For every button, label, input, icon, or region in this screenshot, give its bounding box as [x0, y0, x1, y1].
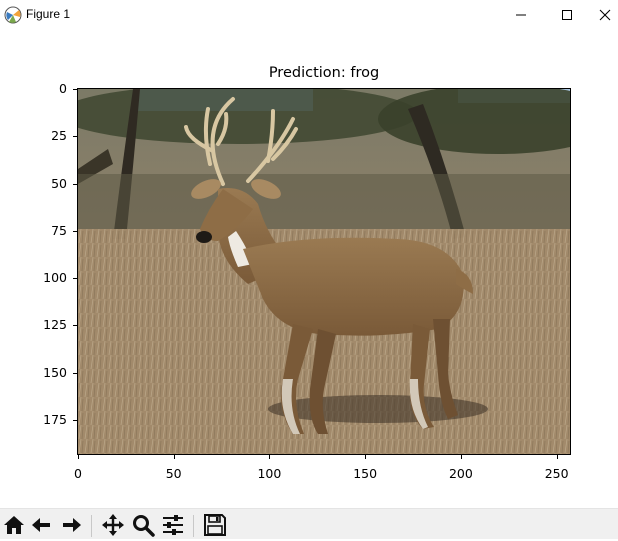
y-tick-mark	[73, 230, 77, 232]
y-tick-label: 175	[43, 412, 67, 427]
minimize-button[interactable]	[498, 0, 544, 30]
close-button[interactable]	[590, 0, 618, 30]
zoom-button[interactable]	[131, 513, 157, 539]
y-tick-label: 75	[51, 222, 67, 238]
x-tick-mark	[556, 455, 558, 459]
plot-title: Prediction: frog	[268, 65, 380, 81]
toolbar-separator	[91, 515, 92, 537]
forward-icon	[63, 518, 81, 532]
image-axes[interactable]	[77, 88, 571, 455]
maximize-icon	[562, 10, 572, 20]
toolbar-separator	[193, 515, 194, 537]
window-title: Figure 1	[26, 7, 71, 21]
x-tick-label: 50	[165, 466, 182, 481]
matplotlib-icon	[4, 6, 22, 24]
forward-button[interactable]	[59, 513, 85, 539]
y-tick-mark	[73, 88, 77, 90]
x-tick-mark	[365, 455, 367, 459]
x-tick-label: 100	[257, 466, 282, 481]
navigation-toolbar	[0, 508, 618, 539]
y-tick-label: 150	[43, 364, 67, 380]
pan-button[interactable]	[101, 513, 127, 539]
configure-subplots-icon	[163, 515, 183, 535]
y-tick-mark	[73, 420, 77, 421]
configure-subplots-button[interactable]	[161, 513, 187, 539]
save-icon	[204, 514, 226, 536]
y-tick-label: 25	[51, 128, 67, 144]
home-button[interactable]	[2, 513, 28, 539]
x-tick-mark	[173, 455, 175, 459]
y-tick-mark	[73, 278, 77, 280]
zoom-icon	[133, 515, 155, 537]
x-tick-label: 250	[544, 466, 569, 481]
back-icon	[32, 518, 50, 532]
pan-icon	[102, 514, 124, 536]
home-icon	[4, 516, 24, 534]
y-tick-label: 50	[51, 175, 67, 191]
y-tick-mark	[73, 183, 77, 185]
x-tick-mark	[460, 455, 462, 459]
x-tick-label: 150	[353, 466, 378, 481]
close-icon	[599, 9, 611, 21]
figure-canvas[interactable]: Prediction: frog 0 25 50 75 100 125 150 …	[0, 30, 618, 508]
y-tick-label: 125	[43, 317, 67, 333]
y-tick-label: 100	[43, 270, 67, 286]
back-button[interactable]	[30, 513, 56, 539]
deer-image	[78, 89, 570, 454]
x-tick-label: 200	[448, 466, 473, 481]
maximize-button[interactable]	[544, 0, 590, 30]
y-tick-mark	[73, 136, 77, 138]
y-tick-label: 0	[59, 80, 67, 96]
x-tick-label: 0	[73, 466, 82, 481]
y-tick-mark	[73, 372, 77, 374]
y-tick-mark	[73, 325, 77, 327]
window-title-bar[interactable]: Figure 1	[0, 0, 618, 30]
save-button[interactable]	[203, 513, 229, 539]
x-tick-mark	[269, 455, 271, 459]
minimize-icon	[516, 14, 526, 16]
x-tick-mark	[77, 455, 79, 459]
